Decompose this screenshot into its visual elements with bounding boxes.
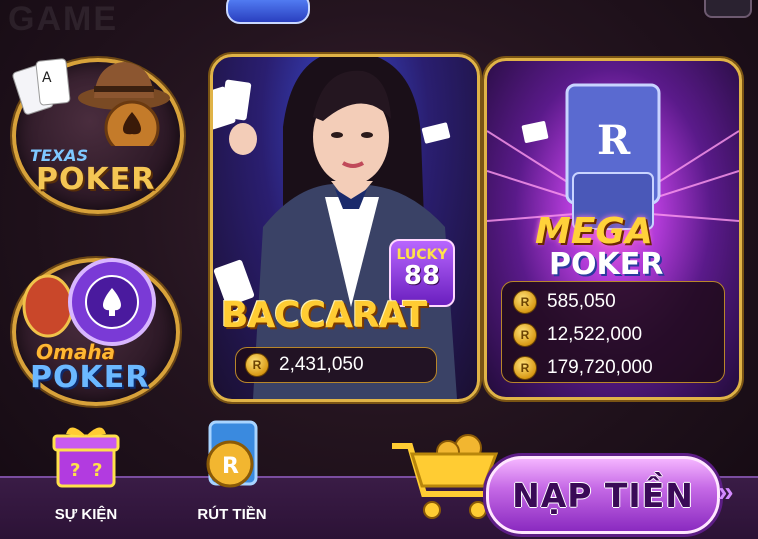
mega-title-bottom: POKER bbox=[549, 247, 664, 282]
double-chevron-right-icon: » bbox=[718, 476, 734, 507]
baccarat-jackpot-value: 2,431,050 bbox=[279, 354, 364, 375]
withdraw-label: RÚT TIỀN bbox=[197, 506, 267, 523]
mega-title-top: MEGA bbox=[535, 211, 653, 252]
texas-label-big: POKER bbox=[36, 162, 156, 197]
coin-icon: R bbox=[245, 353, 269, 377]
vault-coin-icon: R bbox=[206, 420, 258, 488]
mega-jackpot-1-value: 585,050 bbox=[547, 291, 616, 312]
menu-button[interactable] bbox=[704, 0, 752, 18]
coin-icon: R bbox=[513, 290, 537, 314]
mega-jackpot-3-value: 179,720,000 bbox=[547, 357, 653, 378]
deposit-button[interactable]: NẠP TIỀN bbox=[486, 456, 720, 534]
deposit-label: NẠP TIỀN bbox=[512, 475, 694, 515]
texas-poker-button[interactable]: A TEXAS POKER bbox=[12, 58, 184, 214]
mega-jackpot-3: R 179,720,000 bbox=[513, 356, 653, 380]
svg-text:?: ? bbox=[70, 460, 80, 481]
baccarat-title: BACCARAT bbox=[221, 295, 427, 336]
baccarat-jackpot: R 2,431,050 bbox=[245, 353, 364, 377]
mega-poker-game-card[interactable]: R MEGA POKER R 585,050 R 12,522,000 R 17… bbox=[484, 58, 742, 400]
mega-jackpot-1: R 585,050 bbox=[513, 290, 616, 314]
chip-letter: R bbox=[597, 117, 631, 164]
poker-cards-hat-icon: A bbox=[12, 58, 170, 146]
baccarat-game-card[interactable]: LUCKY 88 BACCARAT R 2,431,050 bbox=[210, 54, 480, 402]
svg-text:A: A bbox=[42, 70, 52, 86]
background-watermark: GAME bbox=[8, 0, 118, 38]
events-label: SỰ KIỆN bbox=[54, 506, 118, 523]
coin-icon: R bbox=[513, 323, 537, 347]
svg-text:R: R bbox=[222, 454, 239, 479]
gift-box-icon: ? ? bbox=[52, 427, 120, 488]
lucky-number: 88 bbox=[403, 261, 441, 291]
game-logo bbox=[226, 0, 310, 24]
mega-jackpot-2-value: 12,522,000 bbox=[547, 324, 643, 345]
coin-icon: R bbox=[513, 356, 537, 380]
omaha-label-big: POKER bbox=[30, 360, 150, 395]
events-button[interactable]: ? ? SỰ KIỆN bbox=[36, 420, 136, 523]
omaha-poker-button[interactable]: Omaha POKER bbox=[12, 258, 180, 406]
mega-jackpot-2: R 12,522,000 bbox=[513, 323, 642, 347]
withdraw-button[interactable]: R RÚT TIỀN bbox=[180, 420, 284, 523]
svg-text:?: ? bbox=[92, 460, 102, 481]
